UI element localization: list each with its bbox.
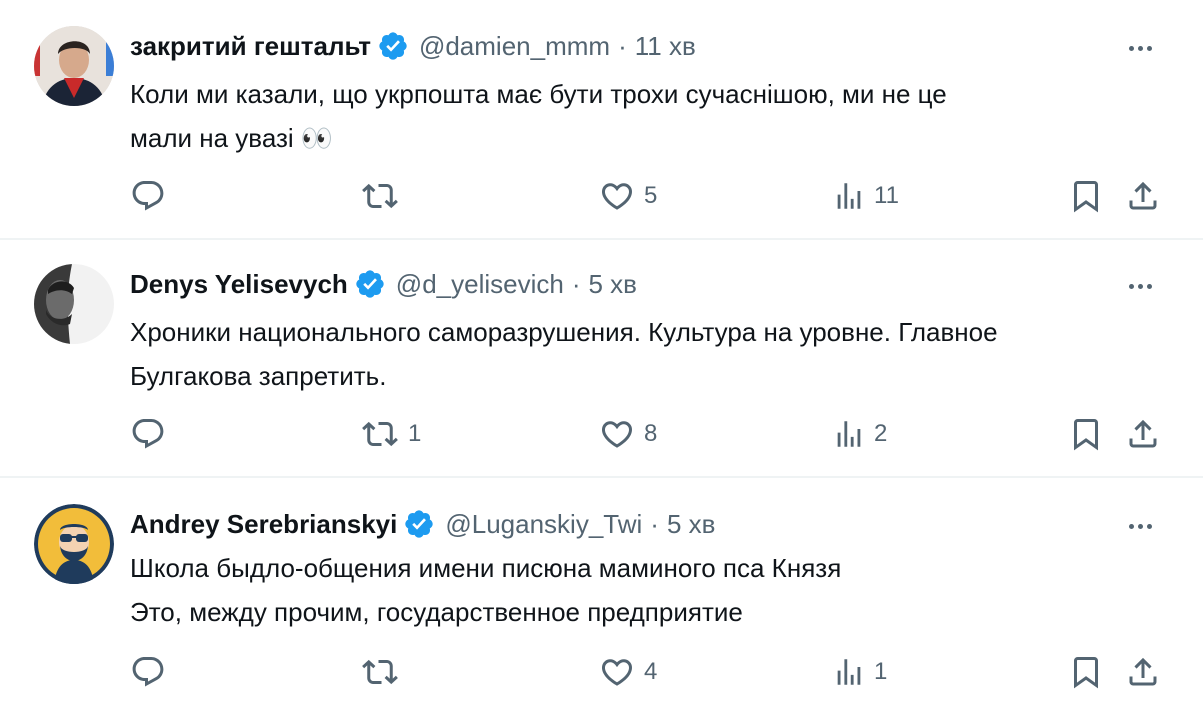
bookmark-icon bbox=[1068, 416, 1104, 452]
tweet[interactable]: Denys Yelisevych @d_yelisevich · 5 хв Хр… bbox=[0, 240, 1203, 478]
more-icon[interactable] bbox=[1122, 38, 1158, 58]
tweet[interactable]: закритий гештальт @damien_mmm · 11 хв Ко… bbox=[0, 0, 1203, 240]
like-count: 4 bbox=[644, 658, 658, 685]
retweet-icon bbox=[360, 654, 400, 690]
display-name[interactable]: закритий гештальт bbox=[130, 28, 371, 64]
tweet-text: Школа быдло-общения имени писюна маминог… bbox=[130, 546, 1170, 634]
separator: · bbox=[571, 269, 581, 299]
reply-button[interactable] bbox=[130, 176, 174, 216]
views-button[interactable]: 11 bbox=[832, 176, 899, 216]
reply-icon bbox=[130, 178, 166, 214]
more-icon[interactable] bbox=[1122, 276, 1158, 296]
like-count: 5 bbox=[644, 182, 658, 209]
views-count: 2 bbox=[874, 420, 888, 447]
retweet-count: 1 bbox=[408, 420, 422, 447]
separator: · bbox=[618, 31, 627, 61]
handle[interactable]: @d_yelisevich bbox=[396, 266, 564, 302]
verified-badge-icon[interactable] bbox=[354, 268, 386, 300]
avatar[interactable] bbox=[34, 504, 114, 584]
reply-icon bbox=[130, 654, 166, 690]
views-icon bbox=[832, 654, 866, 690]
tweet-actions: 5 11 bbox=[0, 176, 1203, 216]
bookmark-icon bbox=[1068, 178, 1104, 214]
tweet-actions: 4 1 bbox=[0, 652, 1203, 692]
bookmark-button[interactable] bbox=[1068, 176, 1104, 216]
bookmark-button[interactable] bbox=[1068, 414, 1104, 454]
tweet-header: Andrey Serebrianskyi @Luganskiy_Twi · 5 … bbox=[130, 506, 715, 542]
reply-icon bbox=[130, 416, 166, 452]
tweet-text: Коли ми казали, що укрпошта має бути тро… bbox=[130, 72, 1170, 160]
tweet-header: Denys Yelisevych @d_yelisevich · 5 хв bbox=[130, 266, 637, 302]
tweet-text-line: Хроники национального саморазрушения. Ку… bbox=[130, 317, 998, 347]
heart-icon bbox=[598, 416, 636, 452]
handle[interactable]: @Luganskiy_Twi bbox=[445, 506, 642, 542]
verified-badge-icon[interactable] bbox=[403, 508, 435, 540]
more-icon[interactable] bbox=[1122, 516, 1158, 536]
reply-button[interactable] bbox=[130, 652, 174, 692]
tweet-text-line: мали на увазі 👀 bbox=[130, 123, 334, 153]
retweet-icon bbox=[360, 416, 400, 452]
tweet-text-line: Школа быдло-общения имени писюна маминог… bbox=[130, 553, 842, 583]
tweet-text: Хроники национального саморазрушения. Ку… bbox=[130, 310, 1170, 398]
views-icon bbox=[832, 416, 866, 452]
share-icon bbox=[1124, 178, 1162, 214]
tweet-actions: 1 8 2 bbox=[0, 414, 1203, 454]
tweet-text-line: Это, между прочим, государственное предп… bbox=[130, 597, 743, 627]
retweet-icon bbox=[360, 178, 400, 214]
share-icon bbox=[1124, 416, 1162, 452]
views-icon bbox=[832, 178, 866, 214]
retweet-button[interactable] bbox=[360, 652, 408, 692]
timestamp[interactable]: 5 хв bbox=[667, 506, 716, 542]
tweet-text-line: Коли ми казали, що укрпошта має бути тро… bbox=[130, 79, 947, 109]
share-button[interactable] bbox=[1124, 176, 1162, 216]
views-count: 11 bbox=[874, 182, 899, 209]
verified-badge-icon[interactable] bbox=[377, 30, 409, 62]
tweet[interactable]: Andrey Serebrianskyi @Luganskiy_Twi · 5 … bbox=[0, 478, 1203, 718]
like-button[interactable]: 4 bbox=[598, 652, 657, 692]
avatar[interactable] bbox=[34, 264, 114, 344]
avatar[interactable] bbox=[34, 26, 114, 106]
like-button[interactable]: 8 bbox=[598, 414, 657, 454]
tweet-header: закритий гештальт @damien_mmm · 11 хв bbox=[130, 28, 696, 64]
views-button[interactable]: 2 bbox=[832, 414, 887, 454]
timestamp[interactable]: 11 хв bbox=[635, 28, 696, 64]
display-name[interactable]: Denys Yelisevych bbox=[130, 266, 348, 302]
bookmark-icon bbox=[1068, 654, 1104, 690]
heart-icon bbox=[598, 654, 636, 690]
share-button[interactable] bbox=[1124, 652, 1162, 692]
timestamp[interactable]: 5 хв bbox=[589, 266, 638, 302]
handle[interactable]: @damien_mmm bbox=[419, 28, 610, 64]
share-icon bbox=[1124, 654, 1162, 690]
display-name[interactable]: Andrey Serebrianskyi bbox=[130, 506, 397, 542]
like-count: 8 bbox=[644, 420, 658, 447]
like-button[interactable]: 5 bbox=[598, 176, 657, 216]
retweet-button[interactable] bbox=[360, 176, 408, 216]
views-count: 1 bbox=[874, 658, 888, 685]
tweet-text-line: Булгакова запретить. bbox=[130, 361, 387, 391]
heart-icon bbox=[598, 178, 636, 214]
retweet-button[interactable]: 1 bbox=[360, 414, 421, 454]
reply-button[interactable] bbox=[130, 414, 174, 454]
share-button[interactable] bbox=[1124, 414, 1162, 454]
bookmark-button[interactable] bbox=[1068, 652, 1104, 692]
views-button[interactable]: 1 bbox=[832, 652, 887, 692]
separator: · bbox=[650, 509, 659, 539]
